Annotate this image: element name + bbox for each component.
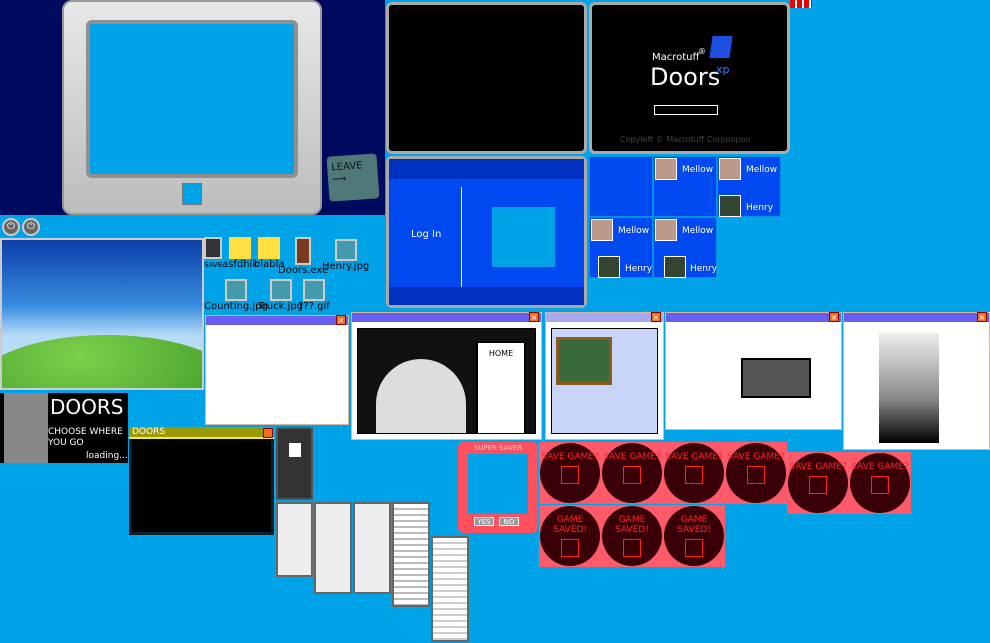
floppy-icon bbox=[623, 539, 641, 557]
game-saved: GAME SAVED! bbox=[601, 505, 663, 567]
doors-window: DOORS bbox=[129, 427, 274, 535]
loading-subtitle: CHOOSE WHERE YOU GO bbox=[48, 427, 123, 448]
user-tile[interactable]: Mellow bbox=[653, 156, 717, 217]
save-prompt[interactable]: SAVE GAME? bbox=[539, 442, 601, 504]
loading-title: DOORS bbox=[50, 395, 124, 419]
door-sprite[interactable] bbox=[392, 502, 430, 607]
crt-monitor bbox=[62, 0, 322, 215]
floppy-icon bbox=[809, 476, 827, 494]
comic-window-counting: × bbox=[545, 312, 664, 440]
game-saved: GAME SAVED! bbox=[663, 505, 725, 567]
edition-label: xp bbox=[716, 63, 730, 76]
yes-button[interactable]: YES bbox=[474, 517, 494, 526]
striped-sprite bbox=[790, 0, 812, 8]
game-saved: GAME SAVED! bbox=[539, 505, 601, 567]
user-tile[interactable]: Mellow Henry bbox=[589, 217, 653, 278]
product-name: Doors bbox=[650, 63, 721, 91]
window-title: DOORS bbox=[129, 427, 274, 439]
registered-mark: ® bbox=[698, 47, 706, 56]
user-select-grid: Mellow Mellow Henry Mellow Henry Mellow Hen… bbox=[589, 156, 781, 278]
door-sprite[interactable] bbox=[314, 502, 352, 594]
door-sprite[interactable] bbox=[431, 536, 469, 642]
empty-window: × bbox=[205, 315, 349, 425]
floppy-icon bbox=[747, 466, 765, 484]
desktop-icon-save[interactable]: SAVE bbox=[204, 237, 222, 270]
doors-logo-icon bbox=[708, 35, 734, 59]
door-sprite[interactable] bbox=[353, 502, 391, 594]
dialog-title: SUPER-SAVER bbox=[473, 444, 523, 452]
floppy-icon bbox=[685, 466, 703, 484]
copyright-text: Copyleft © Macrotuff Corpoopoo bbox=[620, 135, 751, 144]
brand-text: Macrotuff bbox=[652, 52, 700, 63]
black-screen bbox=[386, 2, 587, 154]
desktop-icon-image[interactable]: ???.gif bbox=[298, 279, 330, 312]
progress-bar bbox=[654, 105, 718, 115]
close-icon[interactable]: × bbox=[829, 312, 839, 322]
monitor-power-button[interactable] bbox=[182, 183, 202, 205]
loading-screen: DOORS CHOOSE WHERE YOU GO loading... bbox=[0, 393, 128, 463]
user-tile[interactable]: Mellow Henry bbox=[717, 156, 781, 217]
monitor-screen bbox=[86, 20, 298, 178]
image-window: × bbox=[843, 312, 990, 450]
login-screen: Log In bbox=[386, 156, 587, 308]
lock-icon bbox=[288, 443, 301, 457]
desktop-icons: SAVE asfdhik blabla Doors.exe Henry.jpg … bbox=[204, 237, 369, 315]
divider bbox=[461, 187, 462, 287]
save-prompt[interactable]: SAVE GAME? bbox=[849, 452, 911, 514]
close-icon[interactable]: × bbox=[977, 312, 987, 322]
floppy-icon bbox=[623, 466, 641, 484]
desktop-icon-image[interactable]: Truck.jpg bbox=[258, 279, 303, 312]
floppy-icon bbox=[561, 466, 579, 484]
lock-panel bbox=[276, 427, 313, 500]
power-icon[interactable]: ⏻ bbox=[2, 218, 20, 236]
avatar-slot bbox=[492, 207, 555, 267]
leave-sign[interactable]: LEAVE ⟶ bbox=[326, 153, 380, 202]
desktop-icon-image[interactable]: Henry.jpg bbox=[322, 239, 369, 272]
no-button[interactable]: NO bbox=[499, 517, 519, 526]
boot-screen: Macrotuff ® Doors xp Copyleft © Macrotuf… bbox=[589, 2, 790, 154]
power-icon[interactable]: ⏻ bbox=[22, 218, 40, 236]
user-tile[interactable]: Mellow Henry bbox=[653, 217, 717, 278]
super-saver-dialog: SUPER-SAVER YES NO bbox=[458, 442, 538, 533]
close-icon[interactable] bbox=[263, 428, 273, 438]
floppy-icon bbox=[871, 476, 889, 494]
close-icon[interactable]: × bbox=[651, 312, 661, 322]
close-icon[interactable]: × bbox=[529, 312, 539, 322]
save-prompt[interactable]: SAVE GAME? bbox=[787, 452, 849, 514]
preview-slot bbox=[468, 454, 528, 514]
desktop-icon-doors-exe[interactable]: Doors.exe bbox=[278, 237, 328, 276]
close-icon[interactable]: × bbox=[336, 315, 346, 325]
floppy-icon bbox=[685, 539, 703, 557]
comic-window-home: × HOME bbox=[351, 312, 542, 440]
save-prompt[interactable]: SAVE GAME? bbox=[601, 442, 663, 504]
login-button[interactable]: Log In bbox=[411, 229, 441, 240]
save-prompt[interactable]: SAVE GAME? bbox=[663, 442, 725, 504]
loading-status: loading... bbox=[86, 451, 128, 461]
floppy-icon bbox=[561, 539, 579, 557]
comic-window-truck: × bbox=[665, 312, 842, 430]
desktop-icon-folder[interactable]: asfdhik bbox=[222, 237, 258, 270]
desktop-wallpaper bbox=[0, 238, 204, 390]
home-sign: HOME bbox=[476, 341, 526, 433]
door-sprite[interactable] bbox=[276, 502, 313, 577]
save-prompt[interactable]: SAVE GAME? bbox=[725, 442, 787, 504]
